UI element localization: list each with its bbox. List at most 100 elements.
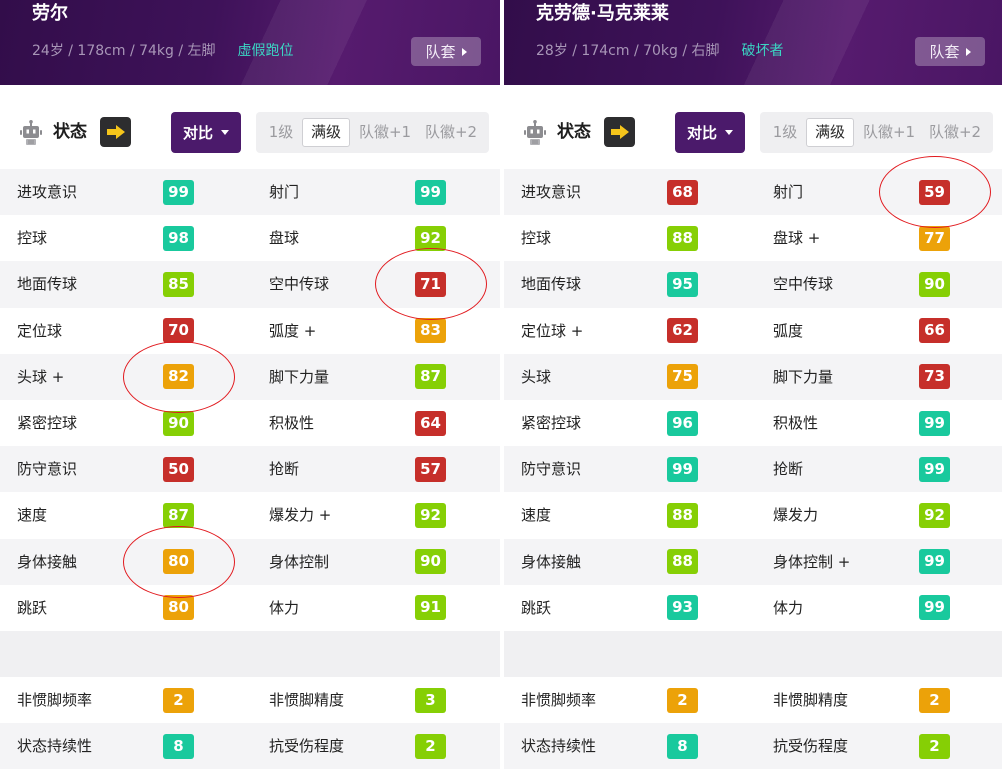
stat-label: 地面传球 (17, 275, 78, 294)
compare-dropdown-button[interactable]: 对比 (675, 112, 745, 153)
stat-value-badge: 71 (415, 271, 446, 297)
level-tab[interactable]: 满级 (806, 118, 854, 147)
player-panel-right: 克劳德·马克莱莱 28岁 / 174cm / 70kg / 右脚 破坏者 队套 状态 对比… (504, 0, 1002, 781)
level-tab[interactable]: 队徽+2 (420, 118, 482, 147)
compare-dropdown-button[interactable]: 对比 (171, 112, 241, 153)
stat-label: 紧密控球 (521, 413, 582, 432)
stat-label: 非惯脚精度 (269, 691, 345, 710)
stat-label: 射门 (269, 183, 300, 201)
stat-value-badge: 73 (919, 364, 950, 390)
stat-value-badge: 2 (667, 687, 698, 713)
stat-row: 非惯脚频率 2 非惯脚精度 2 (504, 677, 1002, 724)
level-tab[interactable]: 1级 (766, 118, 804, 147)
stat-row: 控球 98 盘球 92 (0, 215, 500, 262)
player-comparison-screen: 劳尔 24岁 / 178cm / 74kg / 左脚 虚假跑位 队套 状态 对比 1级 满级队… (0, 0, 1002, 781)
stat-label: 防守意识 (521, 460, 582, 479)
stat-label: 控球 (521, 229, 552, 248)
compare-button-label: 对比 (182, 124, 213, 142)
stat-value-badge: 57 (415, 456, 446, 482)
stat-value-badge: 85 (163, 271, 194, 297)
stat-value-badge: 90 (919, 271, 950, 297)
stat-row: 进攻意识 68 射门 59 (504, 156, 1002, 229)
stat-label: 定位球 (17, 321, 63, 340)
robot-icon (20, 120, 42, 146)
stat-label: 射门 (773, 183, 804, 201)
player-panel-left: 劳尔 24岁 / 178cm / 74kg / 左脚 虚假跑位 队套 状态 对比 1级 满级队… (0, 0, 500, 781)
stat-value-badge: 99 (415, 179, 446, 205)
stat-value-badge: 83 (415, 318, 446, 344)
stat-label: 弧度 (773, 321, 804, 340)
kit-button[interactable]: 队套 (411, 37, 481, 66)
kit-button-label: 队套 (425, 43, 456, 61)
stat-label: 速度 (521, 506, 552, 525)
level-selector: 1级 满级 队徽+1 队徽+2 (760, 112, 993, 153)
stat-value-badge: 2 (415, 733, 446, 759)
level-tab[interactable]: 1级 (262, 118, 300, 147)
stat-label: 爆发力 (773, 506, 819, 525)
stat-row: 地面传球 85 空中传球 71 (0, 248, 500, 321)
stat-label: 抗受伤程度 (773, 737, 849, 756)
kit-button[interactable]: 队套 (915, 37, 985, 66)
stat-label: 跳跃 (17, 598, 48, 617)
stat-row: 进攻意识 99 射门 99 (0, 169, 500, 216)
stat-value-badge: 99 (667, 456, 698, 482)
stat-label: 抢断 (773, 460, 804, 479)
stat-row: 速度 87 爆发力 + 92 (0, 492, 500, 539)
level-tab[interactable]: 队徽+2 (924, 118, 986, 147)
stats-toolbar: 状态 对比 1级 满级 队徽+1 队徽+2 (0, 112, 500, 153)
stat-row: 防守意识 99 抢断 99 (504, 446, 1002, 493)
stat-label: 定位球 + (521, 321, 584, 340)
stat-label: 积极性 (269, 413, 315, 432)
stat-label: 非惯脚频率 (17, 691, 93, 710)
stat-value-badge: 68 (667, 179, 698, 205)
stats-list: 进攻意识 68 射门 59 控球 88 盘球 + 77 地面传球 95 空中传球 90 定位球 + 62 弧… (504, 156, 1002, 770)
caret-down-icon (725, 130, 733, 135)
caret-right-icon (965, 47, 971, 56)
player-header: 劳尔 24岁 / 178cm / 74kg / 左脚 虚假跑位 队套 (0, 0, 500, 85)
stat-row: 身体接触 80 身体控制 90 (0, 525, 500, 598)
stat-value-badge: 2 (919, 687, 950, 713)
stat-value-badge: 90 (415, 549, 446, 575)
level-tab[interactable]: 队徽+1 (354, 118, 416, 147)
player-info: 28岁 / 174cm / 70kg / 右脚 破坏者 (536, 41, 784, 61)
status-arrow-button[interactable] (100, 117, 131, 147)
stat-value-badge: 88 (667, 502, 698, 528)
arrow-right-icon (106, 125, 125, 139)
stat-label: 跳跃 (521, 598, 552, 617)
stat-label: 身体接触 (17, 552, 78, 571)
status-label: 状态 (53, 122, 87, 142)
robot-icon (524, 120, 546, 146)
stat-row: 状态持续性 8 抗受伤程度 2 (0, 723, 500, 770)
stats-toolbar: 状态 对比 1级 满级 队徽+1 队徽+2 (504, 112, 1002, 153)
stat-label: 防守意识 (17, 460, 78, 479)
stat-label: 地面传球 (521, 275, 582, 294)
stat-label: 盘球 (269, 229, 300, 248)
stat-value-badge: 8 (163, 733, 194, 759)
stat-value-badge: 91 (415, 595, 446, 621)
stat-row: 状态持续性 8 抗受伤程度 2 (504, 723, 1002, 770)
stat-label: 空中传球 (269, 275, 330, 294)
status-arrow-button[interactable] (604, 117, 635, 147)
stat-value-badge: 3 (415, 687, 446, 713)
kit-button-label: 队套 (929, 43, 960, 61)
stat-value-badge: 62 (667, 318, 698, 344)
stat-value-badge: 88 (667, 225, 698, 251)
stat-label: 盘球 + (773, 229, 821, 248)
stat-row: 控球 88 盘球 + 77 (504, 215, 1002, 262)
stat-value-badge: 99 (919, 549, 950, 575)
level-tab[interactable]: 队徽+1 (858, 118, 920, 147)
stat-value-badge: 80 (163, 595, 194, 621)
stat-value-badge: 92 (919, 502, 950, 528)
stat-label: 身体控制 (269, 552, 330, 571)
stat-row: 头球 75 脚下力量 73 (504, 353, 1002, 400)
stat-row: 身体接触 88 身体控制 + 99 (504, 538, 1002, 585)
stat-value-badge: 99 (919, 595, 950, 621)
level-selector: 1级 满级 队徽+1 队徽+2 (256, 112, 489, 153)
stat-row: 地面传球 95 空中传球 90 (504, 261, 1002, 308)
stat-label: 身体接触 (521, 552, 582, 571)
level-tab[interactable]: 满级 (302, 118, 350, 147)
stat-value-badge: 77 (919, 225, 950, 251)
stat-value-badge: 2 (919, 733, 950, 759)
stats-section-spacer (504, 630, 1002, 678)
stat-value-badge: 75 (667, 364, 698, 390)
